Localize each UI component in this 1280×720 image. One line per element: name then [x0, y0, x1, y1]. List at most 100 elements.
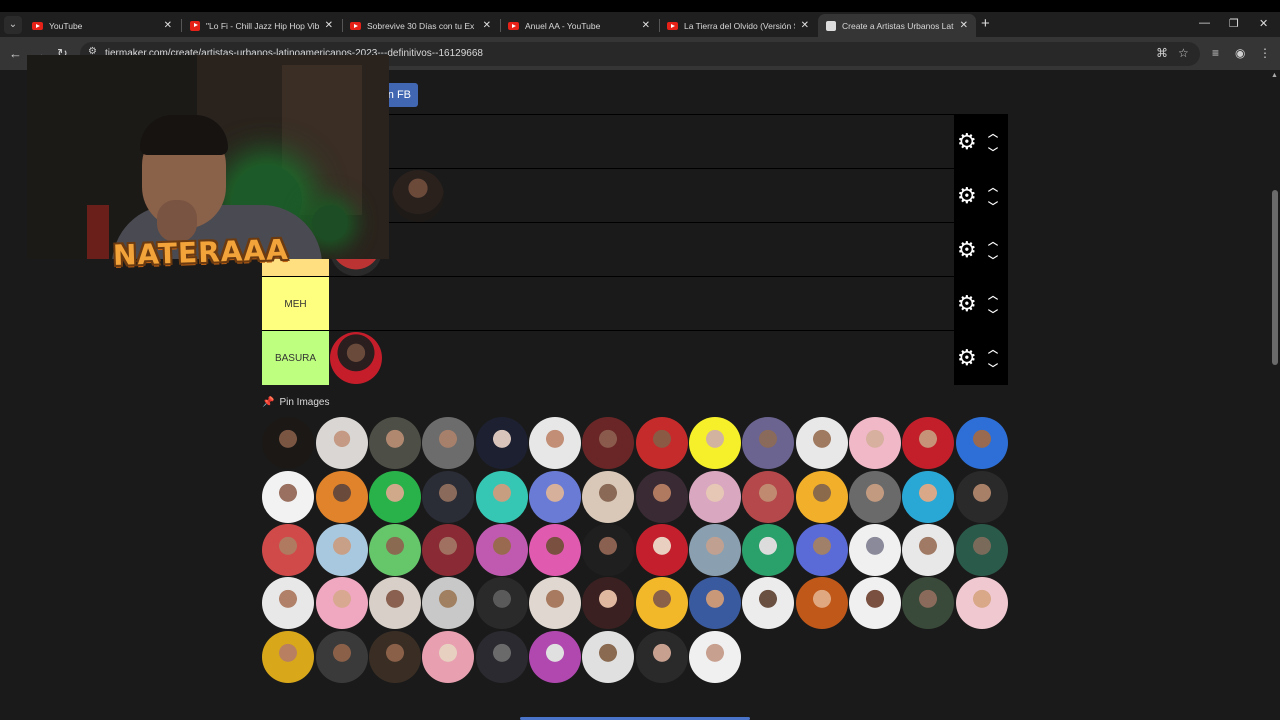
tier-label[interactable]: BASURA — [262, 331, 329, 385]
chevron-up-icon[interactable]: ︿ — [988, 233, 998, 248]
artist-image[interactable] — [902, 471, 954, 523]
artist-image[interactable] — [422, 471, 474, 523]
artist-image[interactable] — [262, 524, 314, 576]
artist-image[interactable] — [636, 577, 688, 629]
tab-tierra-olvido[interactable]: La Tierra del Olvido (Versión Sa ✕ — [659, 14, 817, 37]
artist-image[interactable] — [956, 577, 1008, 629]
artist-image[interactable] — [262, 417, 314, 469]
chevron-down-icon[interactable]: ﹀ — [988, 306, 998, 321]
artist-image[interactable] — [369, 631, 421, 683]
artist-image[interactable] — [796, 417, 848, 469]
artist-image[interactable] — [689, 417, 741, 469]
artist-image[interactable] — [529, 631, 581, 683]
artist-image[interactable] — [902, 524, 954, 576]
artist-image[interactable] — [369, 577, 421, 629]
artist-image[interactable] — [422, 631, 474, 683]
artist-image[interactable] — [742, 524, 794, 576]
artist-image[interactable] — [529, 577, 581, 629]
artist-image[interactable] — [330, 332, 382, 384]
chevron-up-icon[interactable]: ︿ — [988, 125, 998, 140]
artist-image[interactable] — [582, 577, 634, 629]
artist-image[interactable] — [582, 631, 634, 683]
artist-image[interactable] — [369, 417, 421, 469]
close-tab-icon[interactable]: ✕ — [325, 20, 333, 31]
close-window-button[interactable]: ✕ — [1259, 17, 1268, 30]
artist-image[interactable] — [422, 577, 474, 629]
artist-image[interactable] — [956, 524, 1008, 576]
artist-image[interactable] — [476, 471, 528, 523]
artist-image[interactable] — [956, 471, 1008, 523]
artist-image[interactable] — [316, 631, 368, 683]
artist-image[interactable] — [582, 417, 634, 469]
artist-image[interactable] — [422, 417, 474, 469]
gear-icon[interactable]: ⚙ — [957, 185, 977, 207]
tab-anuel[interactable]: Anuel AA - YouTube ✕ — [500, 14, 658, 37]
tab-search-button[interactable]: ⌄ — [4, 16, 22, 34]
artist-image[interactable] — [262, 631, 314, 683]
artist-image[interactable] — [796, 471, 848, 523]
chevron-up-icon[interactable]: ︿ — [988, 287, 998, 302]
tab-lofi[interactable]: "Lo Fi - Chill Jazz Hip Hop Vibes ✕ — [182, 14, 341, 37]
artist-image[interactable] — [689, 471, 741, 523]
menu-icon[interactable]: ⋮ — [1259, 46, 1271, 60]
artist-image[interactable] — [902, 417, 954, 469]
artist-image[interactable] — [636, 631, 688, 683]
artist-image[interactable] — [582, 524, 634, 576]
artist-image[interactable] — [689, 577, 741, 629]
artist-image[interactable] — [316, 577, 368, 629]
artist-image[interactable] — [476, 631, 528, 683]
artist-image[interactable] — [689, 631, 741, 683]
artist-image[interactable] — [636, 471, 688, 523]
artist-image[interactable] — [849, 417, 901, 469]
scroll-up-arrow-icon[interactable]: ▲ — [1271, 72, 1278, 79]
page-scrollbar-track[interactable] — [1270, 70, 1280, 720]
media-control-icon[interactable]: ≡ — [1212, 46, 1219, 60]
artist-image[interactable] — [956, 417, 1008, 469]
artist-image[interactable] — [529, 417, 581, 469]
tier-label[interactable]: MEH — [262, 277, 329, 331]
tab-tiermaker[interactable]: Create a Artistas Urbanos Latino ✕ — [818, 14, 976, 37]
restore-button[interactable]: ❐ — [1229, 17, 1239, 30]
bookmark-star-icon[interactable]: ☆ — [1178, 46, 1189, 60]
artist-image[interactable] — [369, 524, 421, 576]
artist-image[interactable] — [849, 471, 901, 523]
artist-image[interactable] — [476, 417, 528, 469]
close-tab-icon[interactable]: ✕ — [483, 20, 491, 31]
artist-image[interactable] — [262, 577, 314, 629]
profile-icon[interactable]: ◉ — [1235, 46, 1245, 60]
artist-image[interactable] — [582, 471, 634, 523]
artist-image[interactable] — [422, 524, 474, 576]
artist-image[interactable] — [529, 524, 581, 576]
chevron-up-icon[interactable]: ︿ — [988, 341, 998, 356]
gear-icon[interactable]: ⚙ — [957, 131, 977, 153]
minimize-button[interactable]: — — [1199, 17, 1210, 29]
back-button[interactable]: ← — [9, 46, 22, 61]
artist-image[interactable] — [902, 577, 954, 629]
artist-image[interactable] — [742, 471, 794, 523]
chevron-up-icon[interactable]: ︿ — [988, 179, 998, 194]
page-scrollbar-thumb[interactable] — [1272, 190, 1278, 365]
artist-image[interactable] — [636, 417, 688, 469]
artist-image[interactable] — [742, 577, 794, 629]
close-tab-icon[interactable]: ✕ — [801, 20, 809, 31]
tab-sobrevive[interactable]: Sobrevive 30 Días con tu Ex en ✕ — [342, 14, 499, 37]
gear-icon[interactable]: ⚙ — [957, 347, 977, 369]
chevron-down-icon[interactable]: ﹀ — [988, 144, 998, 159]
artist-image[interactable] — [636, 524, 688, 576]
artist-image[interactable] — [316, 471, 368, 523]
artist-image[interactable] — [529, 471, 581, 523]
artist-image[interactable] — [476, 577, 528, 629]
artist-image[interactable] — [392, 170, 444, 222]
artist-image[interactable] — [742, 417, 794, 469]
artist-image[interactable] — [476, 524, 528, 576]
close-tab-icon[interactable]: ✕ — [642, 20, 650, 31]
chevron-down-icon[interactable]: ﹀ — [988, 360, 998, 375]
pin-images-toggle[interactable]: 📌 Pin Images — [262, 397, 329, 408]
artist-image[interactable] — [262, 471, 314, 523]
artist-image[interactable] — [369, 471, 421, 523]
gear-icon[interactable]: ⚙ — [957, 293, 977, 315]
artist-image[interactable] — [849, 524, 901, 576]
artist-image[interactable] — [796, 524, 848, 576]
translate-icon[interactable]: ⌘ — [1156, 46, 1168, 60]
chevron-down-icon[interactable]: ﹀ — [988, 252, 998, 267]
